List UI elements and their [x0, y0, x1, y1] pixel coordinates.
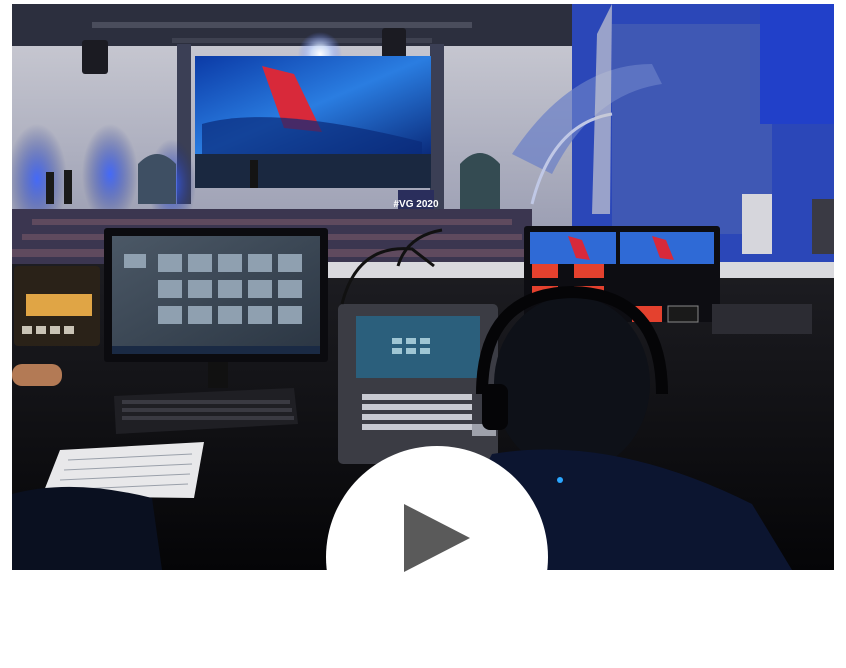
arched-door-left — [138, 154, 176, 204]
console-display — [26, 294, 92, 316]
speaker-left — [82, 40, 108, 74]
console-screen — [356, 316, 480, 378]
play-icon[interactable] — [404, 504, 470, 572]
lighting-truss — [92, 22, 472, 28]
stage — [195, 154, 431, 188]
event-sign-text: #VG 2020 — [393, 199, 438, 210]
video-player[interactable]: #VG 2020 — [0, 0, 846, 668]
person-standing — [742, 194, 772, 254]
chair — [12, 486, 162, 570]
operator-head — [494, 296, 650, 472]
hand — [12, 364, 62, 386]
